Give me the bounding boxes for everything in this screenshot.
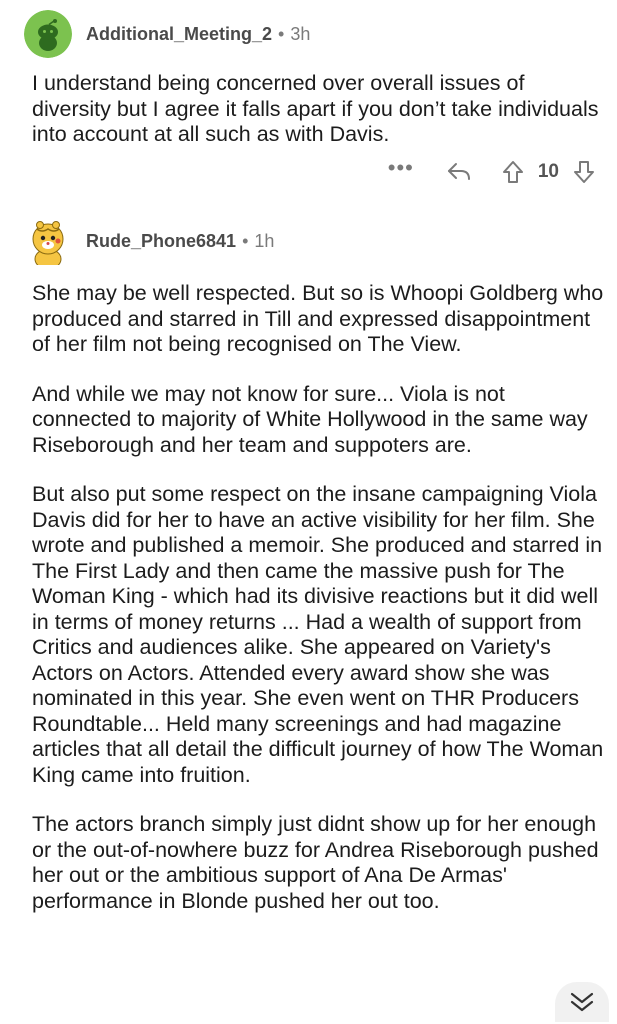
avatar[interactable] bbox=[24, 10, 72, 58]
comment-paragraph: She may be well respected. But so is Who… bbox=[32, 281, 604, 356]
comment-age: 1h bbox=[254, 230, 275, 251]
avatar[interactable] bbox=[24, 217, 72, 265]
comment-paragraph: The actors branch simply just didnt show… bbox=[32, 812, 599, 913]
double-chevron-down-icon bbox=[570, 992, 594, 1012]
comment-paragraph: I understand being concerned over overal… bbox=[32, 71, 599, 146]
comment-body: I understand being concerned over overal… bbox=[32, 71, 607, 172]
tiger-snoo-avatar-icon bbox=[32, 221, 64, 265]
comment-header: Additional_Meeting_2 • 3h bbox=[24, 10, 310, 58]
comment-age: 3h bbox=[290, 23, 311, 44]
comment-header: Rude_Phone6841 • 1h bbox=[24, 217, 274, 265]
separator-dot: • bbox=[242, 230, 249, 251]
upvote-arrow-icon[interactable] bbox=[502, 160, 524, 184]
scroll-down-button[interactable] bbox=[555, 982, 609, 1022]
snoo-avatar-icon bbox=[24, 10, 72, 58]
username[interactable]: Additional_Meeting_2 bbox=[86, 24, 272, 45]
downvote-arrow-icon[interactable] bbox=[573, 160, 595, 184]
vote-score: 10 bbox=[537, 161, 559, 182]
reply-arrow-icon[interactable] bbox=[446, 161, 472, 183]
username[interactable]: Rude_Phone6841 bbox=[86, 231, 236, 252]
comment-paragraph: And while we may not know for sure... Vi… bbox=[32, 381, 588, 457]
comment-body: She may be well respected. But so is Who… bbox=[32, 281, 607, 938]
comment-paragraph: But also put some respect on the insane … bbox=[32, 482, 604, 787]
separator-dot: • bbox=[278, 23, 285, 44]
comment-actions: ••• 10 bbox=[388, 157, 595, 184]
more-options-button[interactable]: ••• bbox=[388, 157, 414, 182]
